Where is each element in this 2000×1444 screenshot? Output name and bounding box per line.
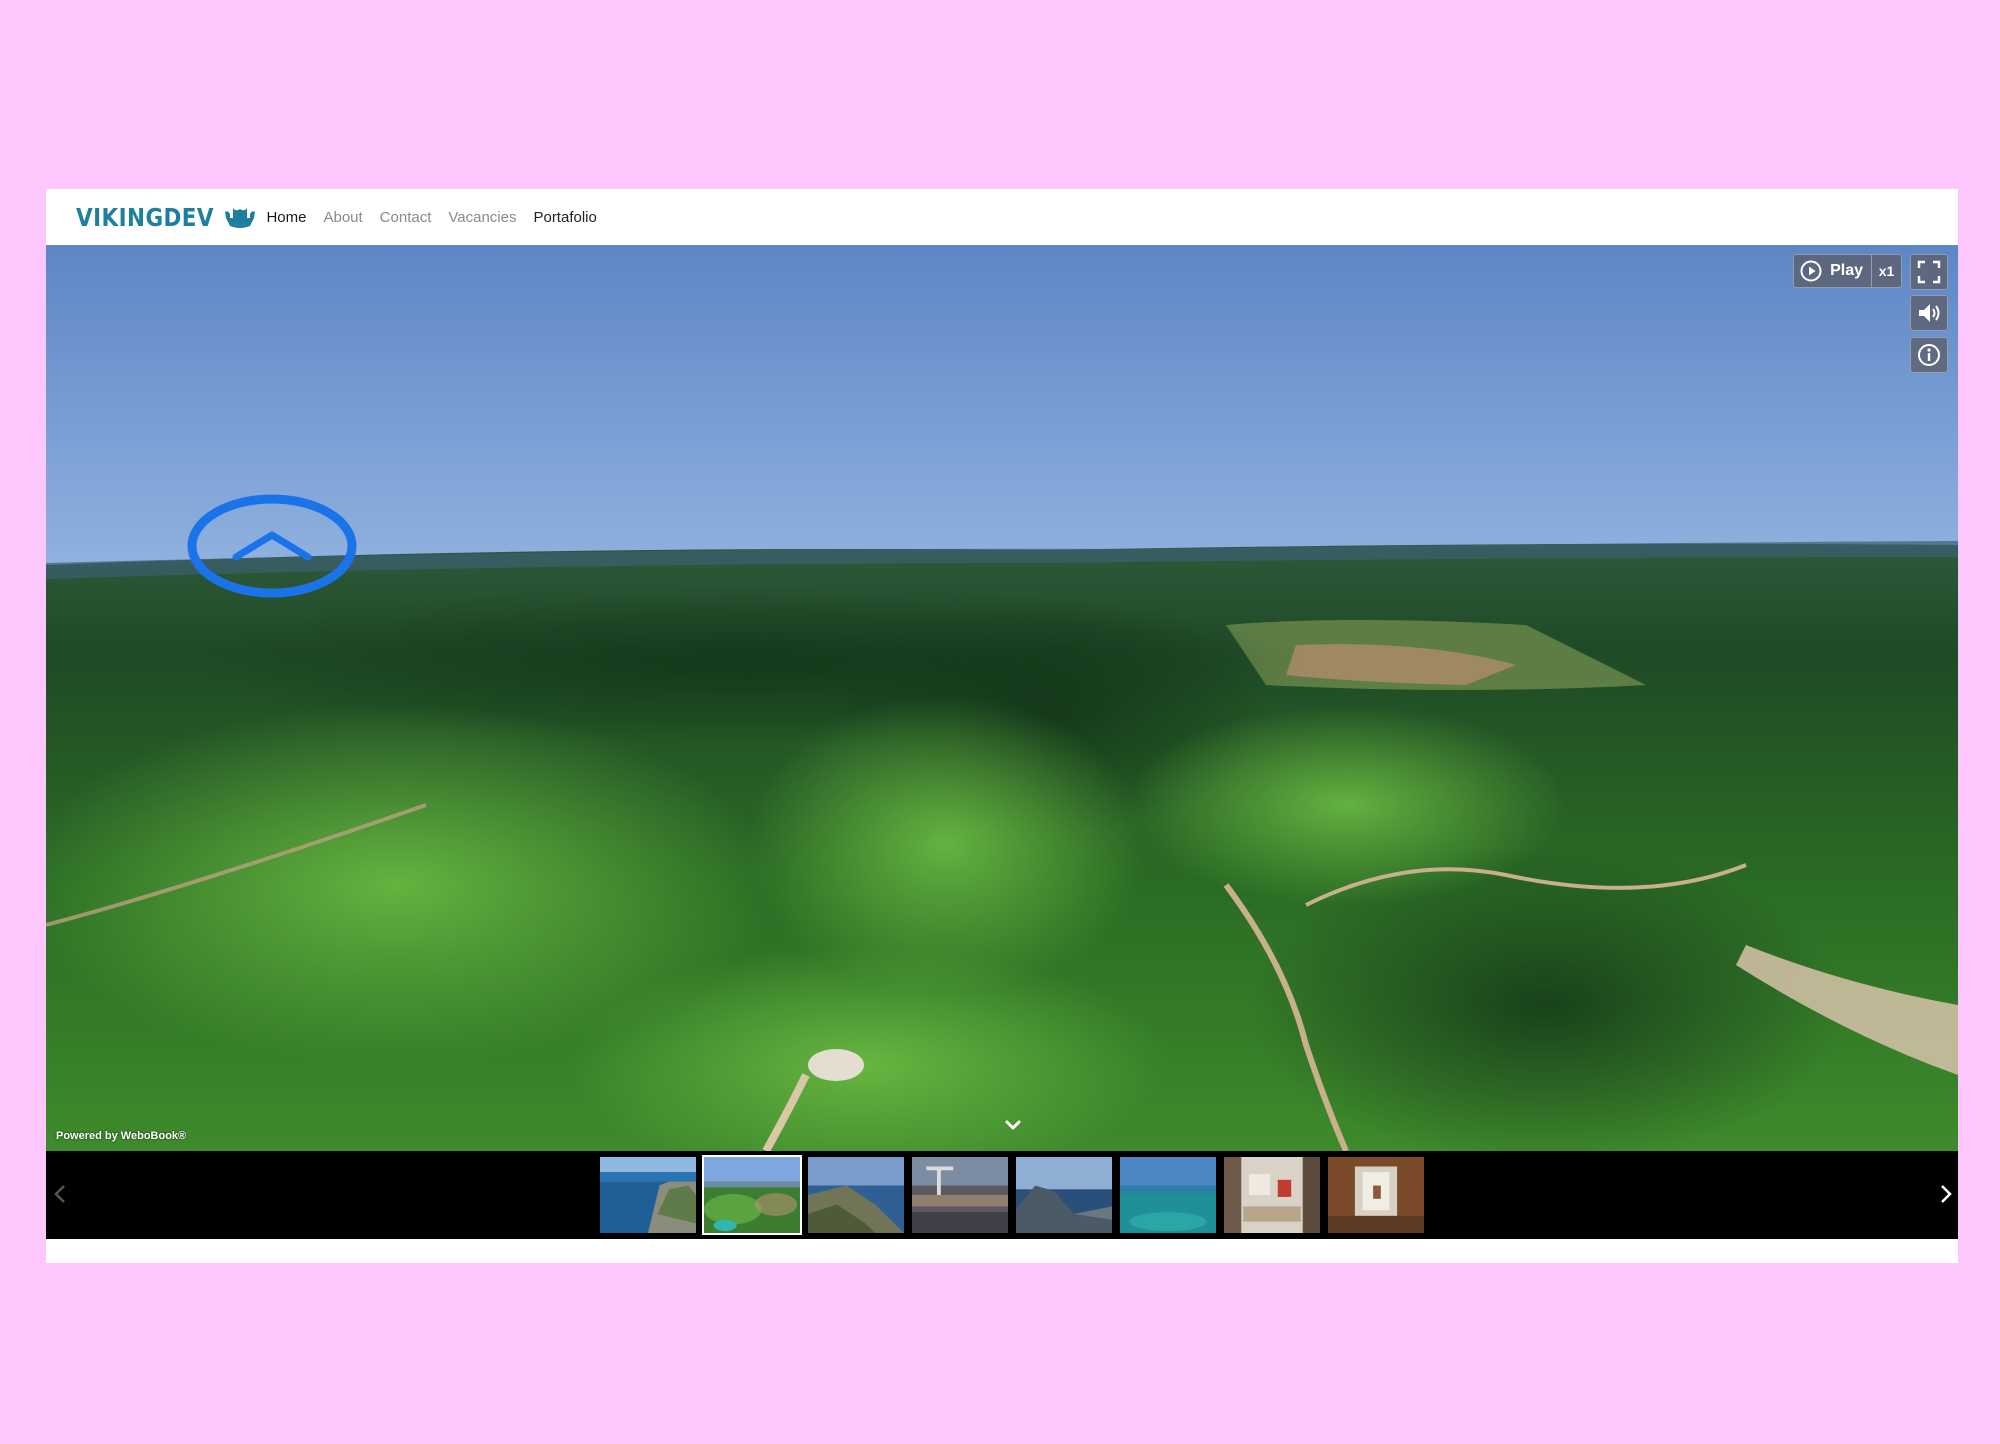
viking-ship-icon bbox=[225, 208, 256, 228]
thumbnail-strip bbox=[46, 1151, 1958, 1239]
chevron-up-icon bbox=[232, 531, 312, 561]
play-circle-icon bbox=[1800, 260, 1822, 282]
thumbnail-coastal-cliffs[interactable] bbox=[598, 1155, 698, 1235]
thumbnail-island-headland[interactable] bbox=[1014, 1155, 1114, 1235]
thumbnail-interior-room[interactable] bbox=[1326, 1155, 1426, 1235]
thumbnail-hillside-sea[interactable] bbox=[806, 1155, 906, 1235]
fullscreen-button[interactable] bbox=[1910, 254, 1948, 290]
thumbnail-aerial-forest[interactable] bbox=[702, 1155, 802, 1235]
speed-button[interactable]: x1 bbox=[1871, 255, 1901, 287]
navigation-hotspot[interactable] bbox=[186, 493, 358, 599]
nav-item-about[interactable]: About bbox=[323, 209, 362, 226]
thumbnail-list bbox=[598, 1155, 1430, 1235]
sound-button[interactable] bbox=[1910, 295, 1948, 331]
fullscreen-icon bbox=[1917, 260, 1941, 284]
top-navbar: VIKINGDEV Home About Contact Vacancies P… bbox=[46, 189, 1958, 245]
thumbnail-turquoise-sea[interactable] bbox=[1118, 1155, 1218, 1235]
panorama-viewer[interactable]: Play x1 Powered by WeboBook® bbox=[46, 245, 1958, 1151]
powered-by-credit[interactable]: Powered by WeboBook® bbox=[56, 1130, 186, 1142]
thumbnail-harbor-dock[interactable] bbox=[910, 1155, 1010, 1235]
play-button[interactable]: Play bbox=[1794, 255, 1871, 287]
nav-item-home[interactable]: Home bbox=[266, 209, 306, 226]
chevron-left-icon[interactable] bbox=[50, 1181, 70, 1207]
nav-item-portafolio[interactable]: Portafolio bbox=[533, 209, 596, 226]
brand-name: VIKINGDEV bbox=[76, 202, 214, 232]
chevron-right-icon[interactable] bbox=[1936, 1181, 1956, 1207]
nav-item-contact[interactable]: Contact bbox=[380, 209, 432, 226]
panorama-image[interactable] bbox=[46, 245, 1958, 1151]
play-label: Play bbox=[1830, 262, 1863, 279]
chevron-down-icon[interactable] bbox=[1003, 1117, 1023, 1135]
nav-item-vacancies[interactable]: Vacancies bbox=[448, 209, 516, 226]
info-icon bbox=[1918, 344, 1940, 366]
nav-links: Home About Contact Vacancies Portafolio bbox=[266, 209, 613, 226]
volume-icon bbox=[1919, 304, 1940, 322]
autoplay-controls: Play x1 bbox=[1793, 254, 1902, 288]
brand-logo[interactable]: VIKINGDEV bbox=[76, 189, 256, 245]
app-frame: VIKINGDEV Home About Contact Vacancies P… bbox=[46, 189, 1958, 1263]
thumbnail-interior-lobby[interactable] bbox=[1222, 1155, 1322, 1235]
info-button[interactable] bbox=[1910, 337, 1948, 373]
